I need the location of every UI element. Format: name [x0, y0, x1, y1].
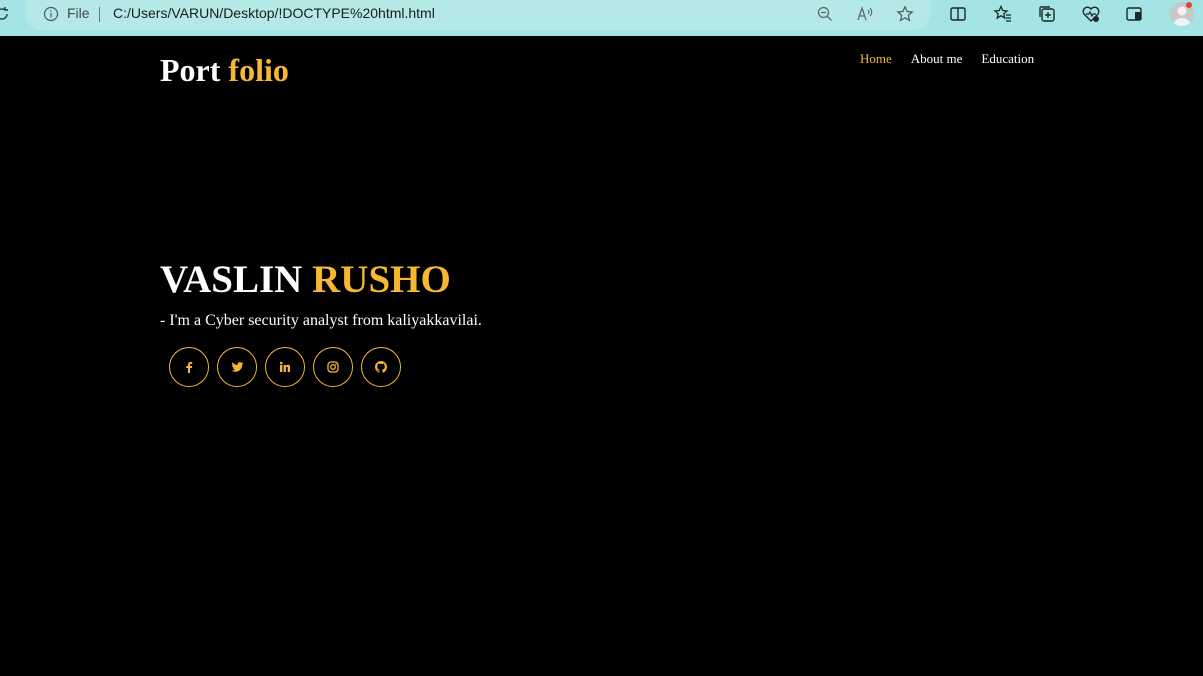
collections-icon[interactable]	[1037, 4, 1057, 24]
social-links	[169, 347, 401, 387]
github-link[interactable]	[361, 347, 401, 387]
hero-first-name: VASLIN	[160, 258, 303, 301]
nav-about-me[interactable]: About me	[911, 51, 963, 67]
facebook-icon	[186, 362, 193, 373]
address-bar[interactable]: File C:/Users/VARUN/Desktop/!DOCTYPE%20h…	[26, 0, 930, 30]
zoom-out-icon[interactable]	[816, 5, 834, 23]
linkedin-icon	[279, 361, 290, 372]
read-aloud-icon[interactable]	[856, 5, 874, 23]
site-logo[interactable]: Port folio	[160, 52, 289, 89]
twitter-icon	[231, 362, 243, 372]
portfolio-page: Port folio Home About me Education VASLI…	[0, 36, 1203, 676]
main-nav: Home About me Education	[860, 51, 1034, 67]
linkedin-link[interactable]	[265, 347, 305, 387]
file-scheme-label: File	[67, 5, 90, 21]
hero-last-name: RUSHO	[312, 258, 451, 301]
favorites-icon[interactable]	[993, 4, 1013, 24]
nav-home[interactable]: Home	[860, 51, 892, 67]
favorite-star-icon[interactable]	[896, 5, 914, 23]
split-screen-icon[interactable]	[948, 4, 968, 24]
nav-education[interactable]: Education	[981, 51, 1034, 67]
address-separator	[99, 7, 100, 22]
github-icon	[375, 361, 387, 373]
instagram-link[interactable]	[313, 347, 353, 387]
browser-essentials-icon[interactable]	[1081, 4, 1101, 24]
twitter-link[interactable]	[217, 347, 257, 387]
url-text[interactable]: C:/Users/VARUN/Desktop/!DOCTYPE%20html.h…	[113, 5, 435, 21]
notification-dot	[1186, 2, 1192, 8]
browser-toolbar: File C:/Users/VARUN/Desktop/!DOCTYPE%20h…	[0, 0, 1203, 36]
logo-text-accent: folio	[228, 52, 289, 88]
sidebar-toggle-icon[interactable]	[1124, 4, 1144, 24]
hero-tagline: - I'm a Cyber security analyst from kali…	[160, 312, 482, 329]
instagram-icon	[327, 361, 339, 373]
facebook-link[interactable]	[169, 347, 209, 387]
hero-name: VASLIN RUSHO	[160, 257, 451, 302]
info-icon[interactable]	[43, 6, 59, 22]
reload-icon[interactable]	[0, 6, 10, 22]
logo-text-primary: Port	[160, 52, 221, 88]
